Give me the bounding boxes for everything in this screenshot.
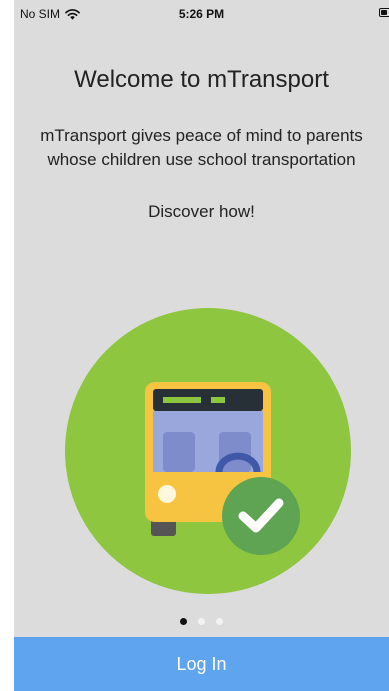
status-bar: No SIM 5:26 PM — [14, 0, 389, 28]
bus-illustration — [65, 308, 351, 594]
discover-text: Discover how! — [148, 202, 255, 221]
page-dot[interactable] — [198, 618, 205, 625]
description-line: mTransport gives peace of mind to parent… — [40, 126, 363, 145]
page-dot[interactable] — [216, 618, 223, 625]
page-indicator[interactable] — [14, 618, 389, 625]
onboarding-screen: No SIM 5:26 PM Welcome to mTransport mTr… — [14, 0, 389, 691]
welcome-title: Welcome to mTransport — [74, 66, 329, 93]
status-time: 5:26 PM — [178, 7, 225, 21]
description-line: whose children use school transportation — [47, 150, 356, 169]
battery-level — [381, 10, 387, 15]
checkmark-icon — [222, 477, 300, 555]
login-button[interactable]: Log In — [14, 637, 389, 691]
page-dot-active[interactable] — [180, 618, 187, 625]
battery-icon — [379, 8, 389, 17]
welcome-description: mTransport gives peace of mind to parent… — [14, 124, 389, 172]
